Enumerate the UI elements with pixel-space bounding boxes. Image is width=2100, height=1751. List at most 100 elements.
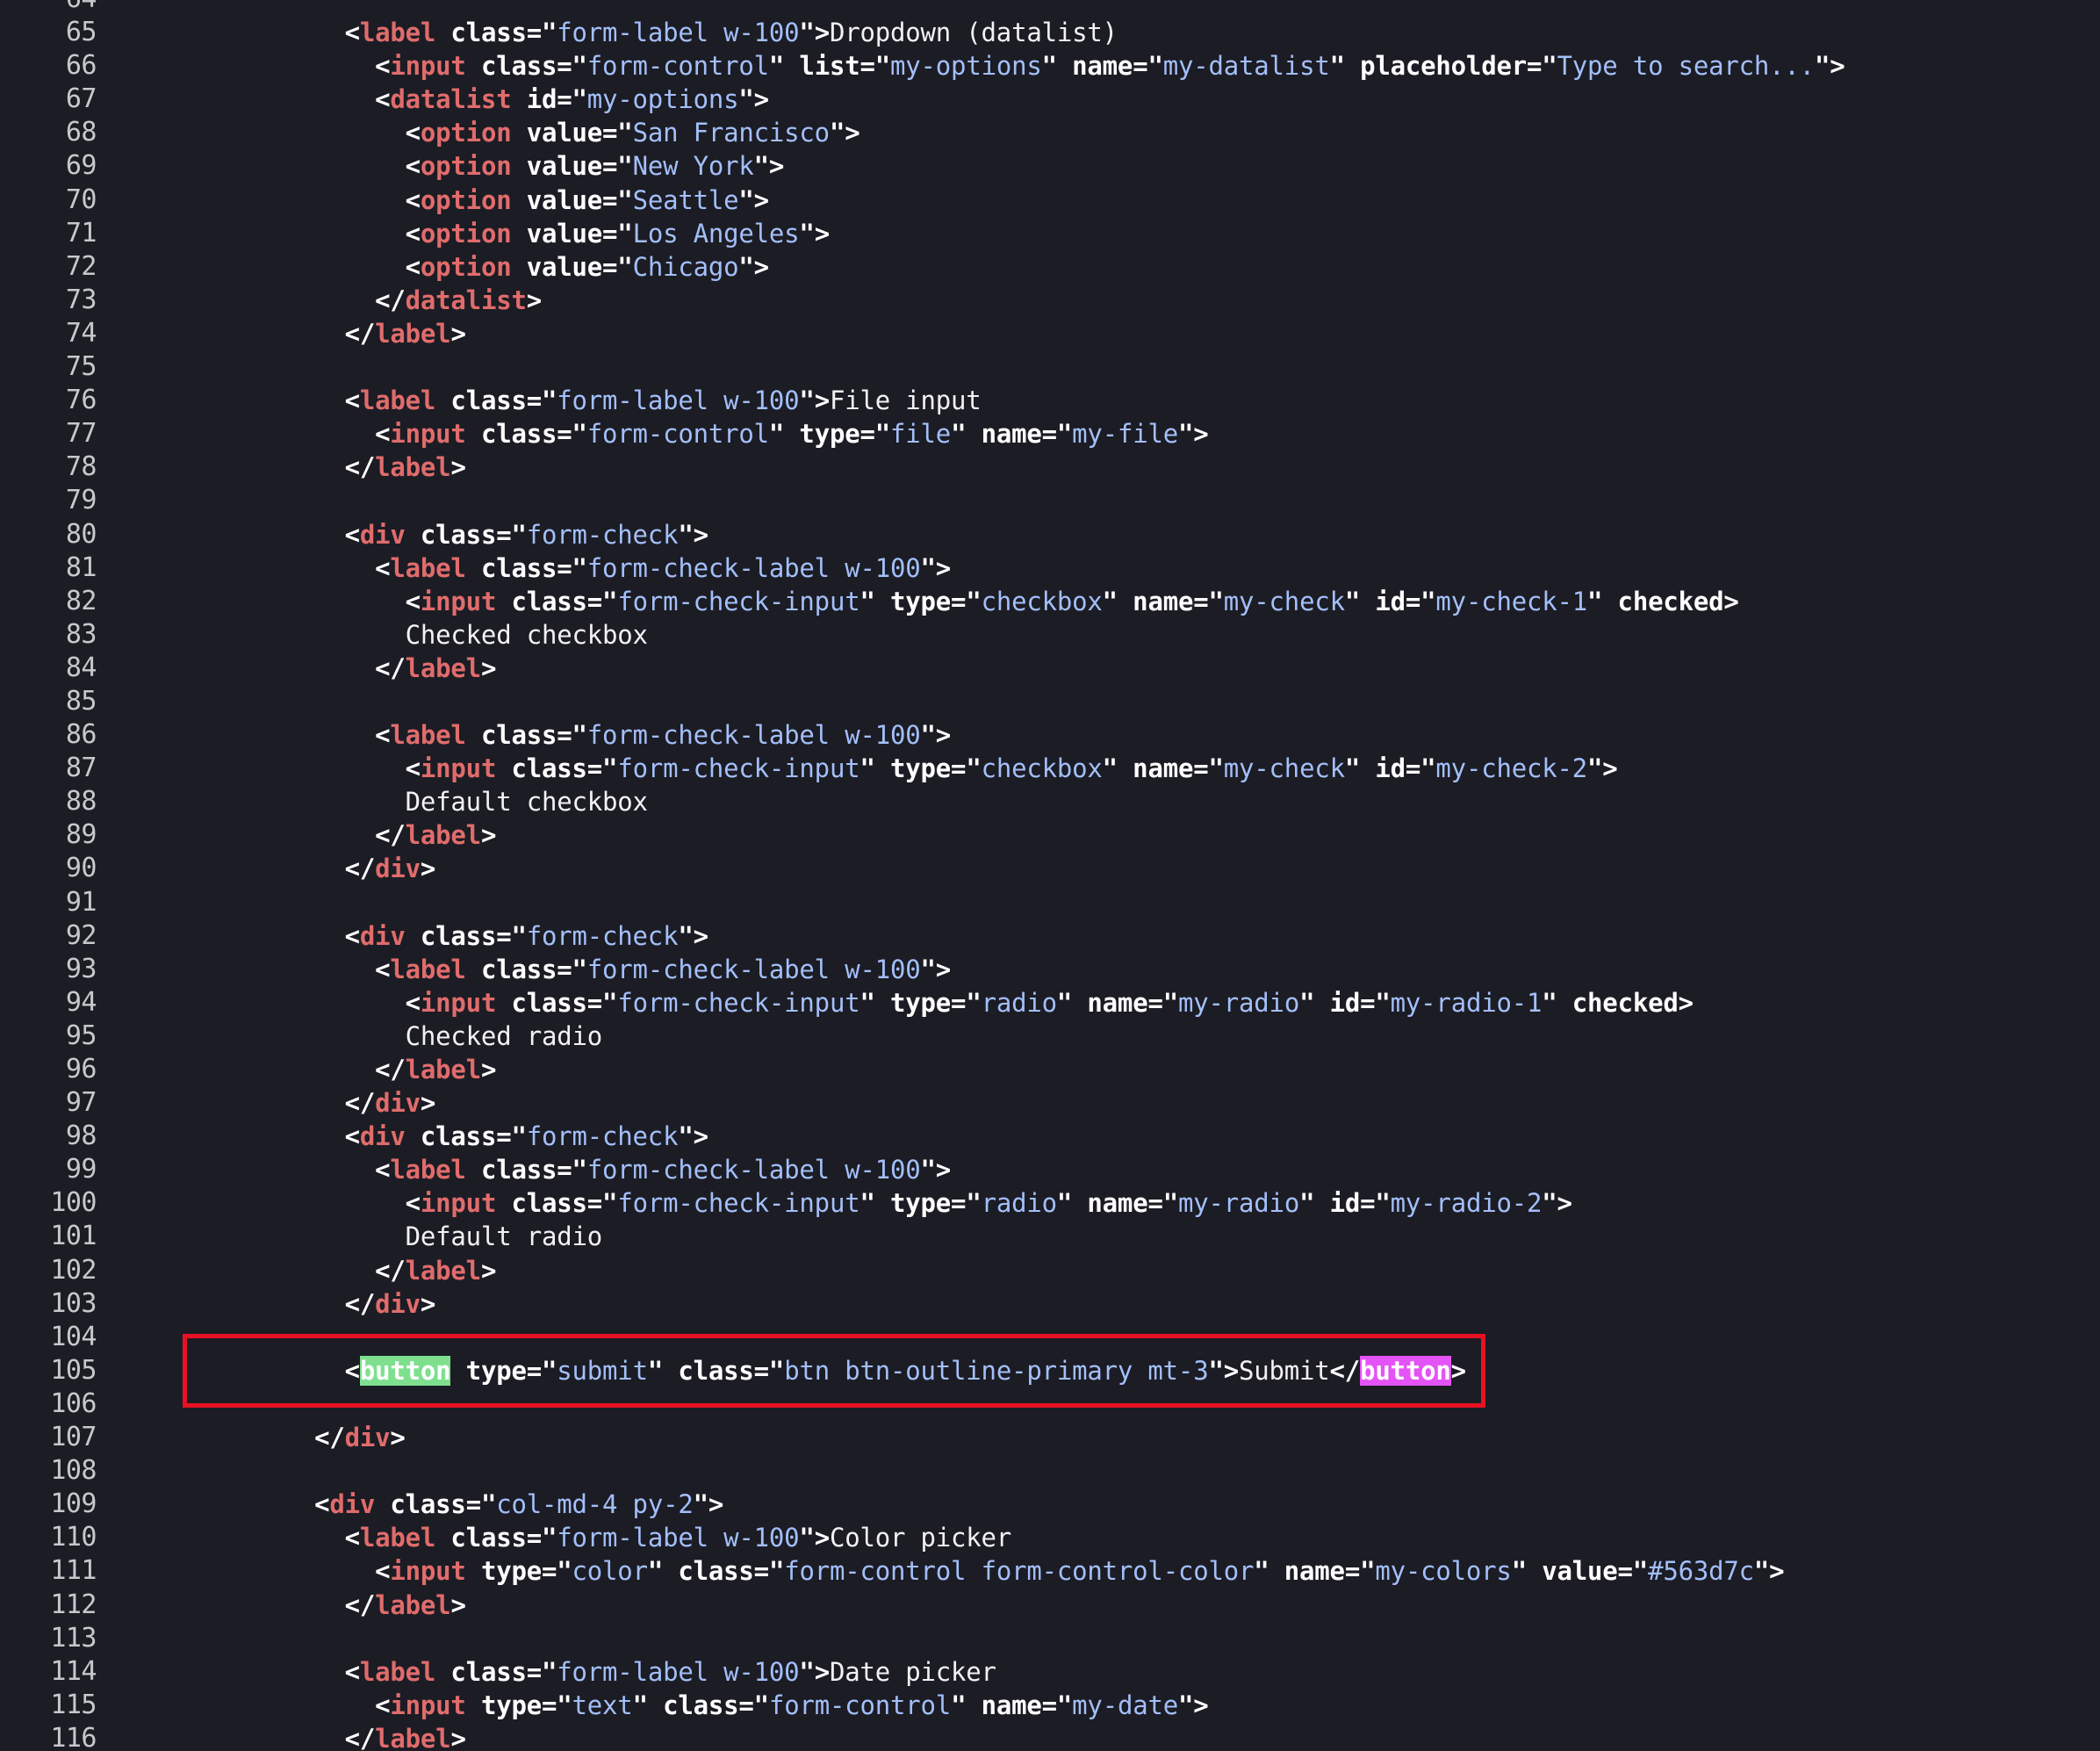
code-line-content[interactable]: <input type="text" class="form-control" … <box>97 1689 2100 1722</box>
code-line[interactable]: 76 <label class="form-label w-100">File … <box>0 384 2100 417</box>
code-line-content[interactable]: </div> <box>97 1287 2100 1321</box>
code-line-content[interactable]: <input class="form-control" list="my-opt… <box>97 49 2100 83</box>
code-line[interactable]: 111 <input type="color" class="form-cont… <box>0 1554 2100 1588</box>
code-line[interactable]: 100 <input class="form-check-input" type… <box>0 1186 2100 1220</box>
code-line[interactable]: 84 </label> <box>0 652 2100 685</box>
code-line[interactable]: 70 <option value="Seattle"> <box>0 184 2100 217</box>
code-line-content[interactable]: <option value="Seattle"> <box>97 184 2100 217</box>
code-line-content[interactable]: <input class="form-check-input" type="ch… <box>97 585 2100 618</box>
code-line[interactable]: 83 Checked checkbox <box>0 618 2100 652</box>
code-line-content[interactable] <box>97 886 2100 919</box>
code-line[interactable]: 65 <label class="form-label w-100">Dropd… <box>0 16 2100 49</box>
code-line-content[interactable]: </label> <box>97 652 2100 685</box>
code-line[interactable]: 97 </div> <box>0 1086 2100 1120</box>
code-line[interactable]: 78 </label> <box>0 450 2100 484</box>
code-line-content[interactable]: </div> <box>97 1421 2100 1454</box>
code-line[interactable]: 106 <box>0 1387 2100 1421</box>
code-line-content[interactable]: <label class="form-label w-100">Color pi… <box>97 1521 2100 1554</box>
code-line-content[interactable]: </label> <box>97 1589 2100 1622</box>
code-line-content[interactable]: </div> <box>97 1086 2100 1120</box>
code-line[interactable]: 86 <label class="form-check-label w-100"… <box>0 718 2100 752</box>
code-line[interactable]: 109 <div class="col-md-4 py-2"> <box>0 1488 2100 1521</box>
code-line-content[interactable]: </datalist> <box>97 284 2100 317</box>
code-line[interactable]: 81 <label class="form-check-label w-100"… <box>0 551 2100 585</box>
code-line-content[interactable] <box>97 1622 2100 1655</box>
code-line-content[interactable]: Checked checkbox <box>97 618 2100 652</box>
code-line-content[interactable]: <option value="Chicago"> <box>97 250 2100 284</box>
code-line[interactable]: 103 </div> <box>0 1287 2100 1321</box>
code-line[interactable]: 105 <button type="submit" class="btn btn… <box>0 1354 2100 1387</box>
code-line-content[interactable]: </div> <box>97 852 2100 885</box>
code-line[interactable]: 93 <label class="form-check-label w-100"… <box>0 953 2100 986</box>
code-line[interactable]: 67 <datalist id="my-options"> <box>0 83 2100 116</box>
code-line-content[interactable]: <label class="form-check-label w-100"> <box>97 953 2100 986</box>
code-line-content[interactable]: <datalist id="my-options"> <box>97 83 2100 116</box>
code-line[interactable]: 92 <div class="form-check"> <box>0 919 2100 953</box>
code-line-content[interactable]: </label> <box>97 1053 2100 1086</box>
code-line-content[interactable]: <label class="form-check-label w-100"> <box>97 718 2100 752</box>
code-line-content[interactable]: <input class="form-control" type="file" … <box>97 417 2100 450</box>
code-line[interactable]: 104 <box>0 1321 2100 1354</box>
code-line[interactable]: 114 <label class="form-label w-100">Date… <box>0 1655 2100 1689</box>
code-line-content[interactable]: Default radio <box>97 1220 2100 1253</box>
code-line[interactable]: 116 </label> <box>0 1722 2100 1751</box>
code-line-content[interactable]: </label> <box>97 450 2100 484</box>
code-line[interactable]: 85 <box>0 685 2100 718</box>
code-line[interactable]: 91 <box>0 886 2100 919</box>
code-line[interactable]: 87 <input class="form-check-input" type=… <box>0 752 2100 785</box>
code-line-content[interactable]: <div class="form-check"> <box>97 518 2100 551</box>
code-line[interactable]: 90 </div> <box>0 852 2100 885</box>
code-line[interactable]: 66 <input class="form-control" list="my-… <box>0 49 2100 83</box>
code-line-content[interactable]: <label class="form-label w-100">File inp… <box>97 384 2100 417</box>
code-line-content[interactable]: <input class="form-check-input" type="ra… <box>97 1186 2100 1220</box>
code-line-content[interactable]: <option value="San Francisco"> <box>97 116 2100 149</box>
code-line-content[interactable] <box>97 1387 2100 1421</box>
code-line[interactable]: 64 <box>0 0 2100 16</box>
code-line[interactable]: 75 <box>0 350 2100 384</box>
code-line[interactable]: 101 Default radio <box>0 1220 2100 1253</box>
code-lines-container[interactable]: 64 65 <label class="form-label w-100">Dr… <box>0 0 2100 1751</box>
code-line-content[interactable] <box>97 484 2100 517</box>
code-line[interactable]: 113 <box>0 1622 2100 1655</box>
code-line[interactable]: 69 <option value="New York"> <box>0 149 2100 183</box>
code-line-content[interactable]: </label> <box>97 317 2100 350</box>
code-line[interactable]: 98 <div class="form-check"> <box>0 1120 2100 1153</box>
code-line-content[interactable]: Checked radio <box>97 1020 2100 1053</box>
code-line[interactable]: 71 <option value="Los Angeles"> <box>0 217 2100 250</box>
code-line-content[interactable]: <option value="New York"> <box>97 149 2100 183</box>
code-line-content[interactable]: <div class="form-check"> <box>97 919 2100 953</box>
code-line[interactable]: 73 </datalist> <box>0 284 2100 317</box>
code-line-content[interactable] <box>97 1321 2100 1354</box>
code-line-content[interactable] <box>97 350 2100 384</box>
code-editor[interactable]: 64 65 <label class="form-label w-100">Dr… <box>0 0 2100 1751</box>
code-line-content[interactable]: <label class="form-label w-100">Dropdown… <box>97 16 2100 49</box>
code-line-content[interactable]: <label class="form-check-label w-100"> <box>97 1153 2100 1186</box>
code-line[interactable]: 115 <input type="text" class="form-contr… <box>0 1689 2100 1722</box>
code-line-content[interactable]: <div class="col-md-4 py-2"> <box>97 1488 2100 1521</box>
code-line-content[interactable]: <input class="form-check-input" type="ch… <box>97 752 2100 785</box>
code-line[interactable]: 112 </label> <box>0 1589 2100 1622</box>
code-line-content[interactable]: <input class="form-check-input" type="ra… <box>97 986 2100 1020</box>
code-line-content[interactable]: <button type="submit" class="btn btn-out… <box>97 1354 2100 1387</box>
code-line[interactable]: 110 <label class="form-label w-100">Colo… <box>0 1521 2100 1554</box>
code-line-content[interactable]: </label> <box>97 1254 2100 1287</box>
code-line[interactable]: 99 <label class="form-check-label w-100"… <box>0 1153 2100 1186</box>
code-line[interactable]: 74 </label> <box>0 317 2100 350</box>
code-line-content[interactable]: </label> <box>97 1722 2100 1751</box>
code-line[interactable]: 89 </label> <box>0 818 2100 852</box>
code-line-content[interactable]: <option value="Los Angeles"> <box>97 217 2100 250</box>
code-line[interactable]: 79 <box>0 484 2100 517</box>
code-line[interactable]: 80 <div class="form-check"> <box>0 518 2100 551</box>
code-line[interactable]: 82 <input class="form-check-input" type=… <box>0 585 2100 618</box>
code-line-content[interactable]: </label> <box>97 818 2100 852</box>
code-line[interactable]: 94 <input class="form-check-input" type=… <box>0 986 2100 1020</box>
code-line[interactable]: 102 </label> <box>0 1254 2100 1287</box>
code-line-content[interactable]: Default checkbox <box>97 785 2100 818</box>
code-line[interactable]: 96 </label> <box>0 1053 2100 1086</box>
code-line[interactable]: 72 <option value="Chicago"> <box>0 250 2100 284</box>
code-line-content[interactable] <box>97 685 2100 718</box>
code-line[interactable]: 88 Default checkbox <box>0 785 2100 818</box>
code-line[interactable]: 77 <input class="form-control" type="fil… <box>0 417 2100 450</box>
code-line-content[interactable] <box>97 0 2100 16</box>
code-line[interactable]: 107 </div> <box>0 1421 2100 1454</box>
